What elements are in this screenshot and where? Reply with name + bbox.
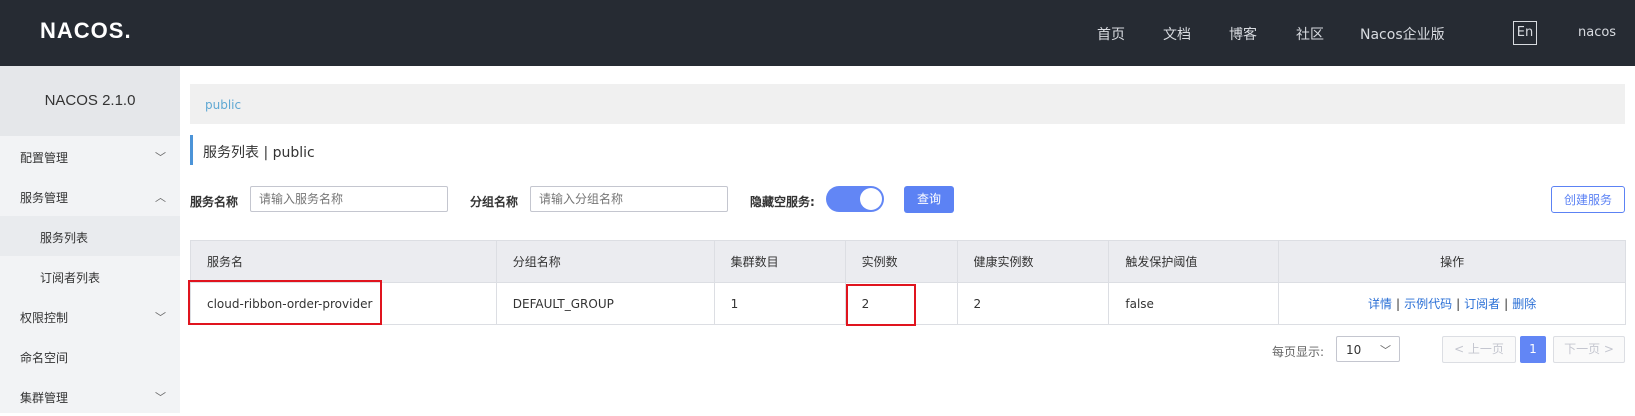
column-header-service-name: 服务名 bbox=[190, 240, 497, 283]
page-size-value: 10 bbox=[1346, 343, 1362, 357]
user-menu[interactable]: nacos bbox=[1578, 25, 1616, 40]
page-title-text: 服务列表 | public bbox=[203, 145, 315, 161]
language-toggle-button[interactable]: En bbox=[1513, 21, 1537, 45]
sidebar-item-label: 服务列表 bbox=[40, 231, 89, 245]
table-header-row: 服务名 分组名称 集群数目 实例数 健康实例数 触发保护阈值 操作 bbox=[190, 240, 1626, 283]
chevron-down-icon: ﹀ bbox=[155, 391, 166, 404]
sidebar-item-label: 命名空间 bbox=[20, 351, 69, 365]
cell-cluster-count: 1 bbox=[713, 282, 846, 325]
sidebar-item-label: 配置管理 bbox=[20, 151, 69, 165]
nav-community-link[interactable]: 社区 bbox=[1296, 24, 1324, 44]
sidebar-item-service-management[interactable]: 服务管理 ︿ bbox=[0, 176, 180, 216]
sidebar-item-service-list[interactable]: 服务列表 bbox=[0, 216, 180, 256]
sidebar-item-label: 服务管理 bbox=[20, 191, 69, 205]
details-link[interactable]: 详情 bbox=[1368, 297, 1392, 311]
page-size-select[interactable]: 10 ﹀ bbox=[1336, 336, 1400, 362]
column-header-instance-count: 实例数 bbox=[844, 240, 958, 283]
column-header-cluster-count: 集群数目 bbox=[713, 240, 846, 283]
service-name-input[interactable] bbox=[250, 186, 448, 212]
cell-protect-threshold: false bbox=[1108, 282, 1280, 325]
query-button[interactable]: 查询 bbox=[904, 186, 954, 213]
chevron-down-icon: ﹀ bbox=[155, 151, 166, 164]
column-header-operations: 操作 bbox=[1278, 240, 1626, 283]
nav-enterprise-link[interactable]: Nacos企业版 bbox=[1360, 24, 1445, 44]
subscribers-link[interactable]: 订阅者 bbox=[1464, 297, 1500, 311]
sidebar-item-label: 订阅者列表 bbox=[40, 271, 101, 285]
column-header-protect-threshold: 触发保护阈值 bbox=[1108, 240, 1280, 283]
nav-blog-link[interactable]: 博客 bbox=[1229, 24, 1257, 44]
group-name-label: 分组名称 bbox=[470, 195, 519, 209]
sidebar-item-label: 集群管理 bbox=[20, 391, 69, 405]
sample-code-link[interactable]: 示例代码 bbox=[1404, 297, 1452, 311]
page-size-label: 每页显示: bbox=[1272, 345, 1325, 359]
sidebar-item-cluster-management[interactable]: 集群管理 ﹀ bbox=[0, 376, 180, 416]
nav-docs-link[interactable]: 文档 bbox=[1163, 24, 1191, 44]
chevron-up-icon: ︿ bbox=[155, 191, 166, 204]
namespace-bar: public bbox=[190, 84, 1625, 124]
cell-operations: 详情 | 示例代码 | 订阅者 | 删除 bbox=[1278, 282, 1626, 325]
nav-home-link[interactable]: 首页 bbox=[1097, 24, 1125, 44]
sidebar-item-subscriber-list[interactable]: 订阅者列表 bbox=[0, 256, 180, 296]
cell-healthy-count: 2 bbox=[956, 282, 1110, 325]
chevron-down-icon: ﹀ bbox=[1380, 344, 1391, 357]
page-title: 服务列表 | public bbox=[190, 135, 315, 165]
next-page-button[interactable]: 下一页 > bbox=[1553, 336, 1625, 363]
sidebar: NACOS 2.1.0 配置管理 ﹀ 服务管理 ︿ 服务列表 订阅者列表 权限控… bbox=[0, 66, 180, 413]
sidebar-item-label: 权限控制 bbox=[20, 311, 69, 325]
toggle-knob bbox=[860, 188, 882, 210]
create-service-button[interactable]: 创建服务 bbox=[1551, 186, 1625, 213]
group-name-input[interactable] bbox=[530, 186, 728, 212]
sidebar-item-config-management[interactable]: 配置管理 ﹀ bbox=[0, 136, 180, 176]
sidebar-item-namespace[interactable]: 命名空间 bbox=[0, 336, 180, 376]
top-navbar: NACOS. 首页 文档 博客 社区 Nacos企业版 En nacos bbox=[0, 0, 1635, 66]
nacos-logo[interactable]: NACOS. bbox=[40, 18, 132, 44]
service-name-label: 服务名称 bbox=[190, 195, 239, 209]
chevron-down-icon: ﹀ bbox=[155, 311, 166, 324]
hide-empty-services-toggle[interactable] bbox=[826, 186, 884, 212]
column-header-healthy-instance-count: 健康实例数 bbox=[956, 240, 1110, 283]
current-page-button[interactable]: 1 bbox=[1520, 336, 1546, 363]
instance-count-highlight-box bbox=[846, 284, 916, 326]
version-title: NACOS 2.1.0 bbox=[0, 66, 180, 136]
service-name-highlight-box bbox=[188, 280, 382, 325]
prev-page-button[interactable]: < 上一页 bbox=[1442, 336, 1516, 363]
delete-link[interactable]: 删除 bbox=[1512, 297, 1536, 311]
namespace-link-public[interactable]: public bbox=[205, 98, 241, 112]
column-header-group-name: 分组名称 bbox=[495, 240, 715, 283]
hide-empty-services-label: 隐藏空服务: bbox=[750, 195, 815, 209]
sidebar-item-access-control[interactable]: 权限控制 ﹀ bbox=[0, 296, 180, 336]
cell-group-name: DEFAULT_GROUP bbox=[495, 282, 715, 325]
